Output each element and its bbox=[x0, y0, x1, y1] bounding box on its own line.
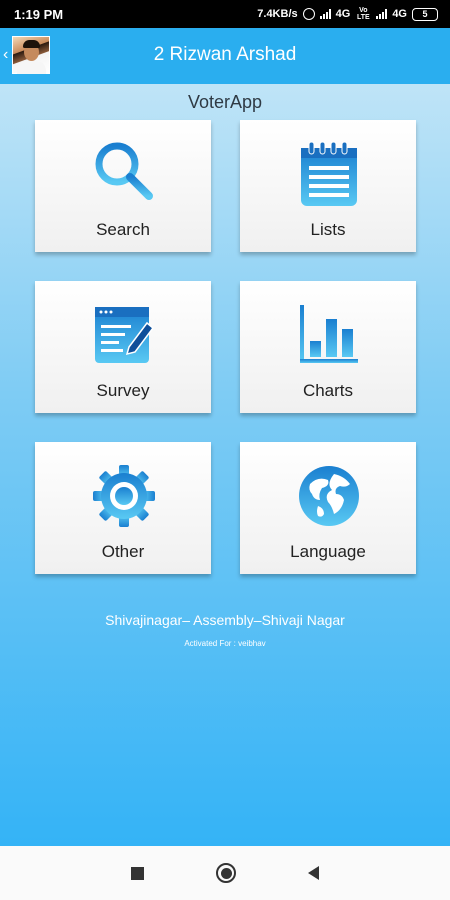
language-tile[interactable]: Language bbox=[240, 442, 416, 574]
survey-tile[interactable]: Survey bbox=[35, 281, 211, 413]
search-label: Search bbox=[96, 220, 150, 239]
charts-label: Charts bbox=[302, 381, 354, 400]
signal-icon-2 bbox=[376, 9, 388, 19]
bar-chart-icon bbox=[300, 305, 358, 363]
network-type-2: 4G bbox=[392, 8, 407, 20]
search-icon bbox=[95, 142, 153, 200]
gear-icon bbox=[93, 465, 155, 527]
back-button[interactable] bbox=[308, 866, 319, 880]
app-header: ‹ 2 Rizwan Arshad bbox=[0, 28, 450, 84]
charts-tile[interactable]: Charts bbox=[240, 281, 416, 413]
main-content: VoterApp Search Lists Survey Charts Othe… bbox=[0, 84, 450, 846]
search-tile[interactable]: Search bbox=[35, 120, 211, 252]
home-button[interactable] bbox=[216, 863, 236, 883]
network-speed: 7.4KB/s bbox=[257, 8, 298, 20]
app-name: VoterApp bbox=[187, 92, 263, 112]
status-time: 1:19 PM bbox=[14, 6, 64, 22]
recents-button[interactable] bbox=[131, 866, 144, 880]
status-bar: 1:19 PM 7.4KB/s 4G Vo LTE 4G 5 bbox=[0, 0, 450, 28]
survey-icon bbox=[95, 307, 155, 363]
battery-icon: 5 bbox=[412, 7, 438, 21]
header-title: 2 Rizwan Arshad bbox=[153, 44, 297, 65]
other-tile[interactable]: Other bbox=[35, 442, 211, 574]
network-type-1: 4G bbox=[335, 8, 351, 20]
signal-icon bbox=[319, 9, 331, 19]
lists-label: Lists bbox=[310, 220, 346, 239]
other-label: Other bbox=[101, 542, 145, 561]
globe-icon bbox=[299, 466, 359, 526]
language-label: Language bbox=[290, 542, 366, 561]
alarm-icon bbox=[302, 8, 315, 20]
assembly-location: Shivajinagar– Assembly–Shivaji Nagar bbox=[105, 612, 345, 628]
lists-tile[interactable]: Lists bbox=[240, 120, 416, 252]
status-icons: 7.4KB/s 4G Vo LTE 4G 5 bbox=[257, 7, 438, 21]
notepad-icon bbox=[301, 141, 357, 206]
battery-level: 5 bbox=[422, 9, 428, 19]
volte-badge: Vo LTE bbox=[356, 7, 370, 21]
survey-label: Survey bbox=[96, 381, 150, 400]
activated-for: Activated For : veibhav bbox=[184, 639, 266, 648]
navigation-bar bbox=[0, 846, 450, 900]
